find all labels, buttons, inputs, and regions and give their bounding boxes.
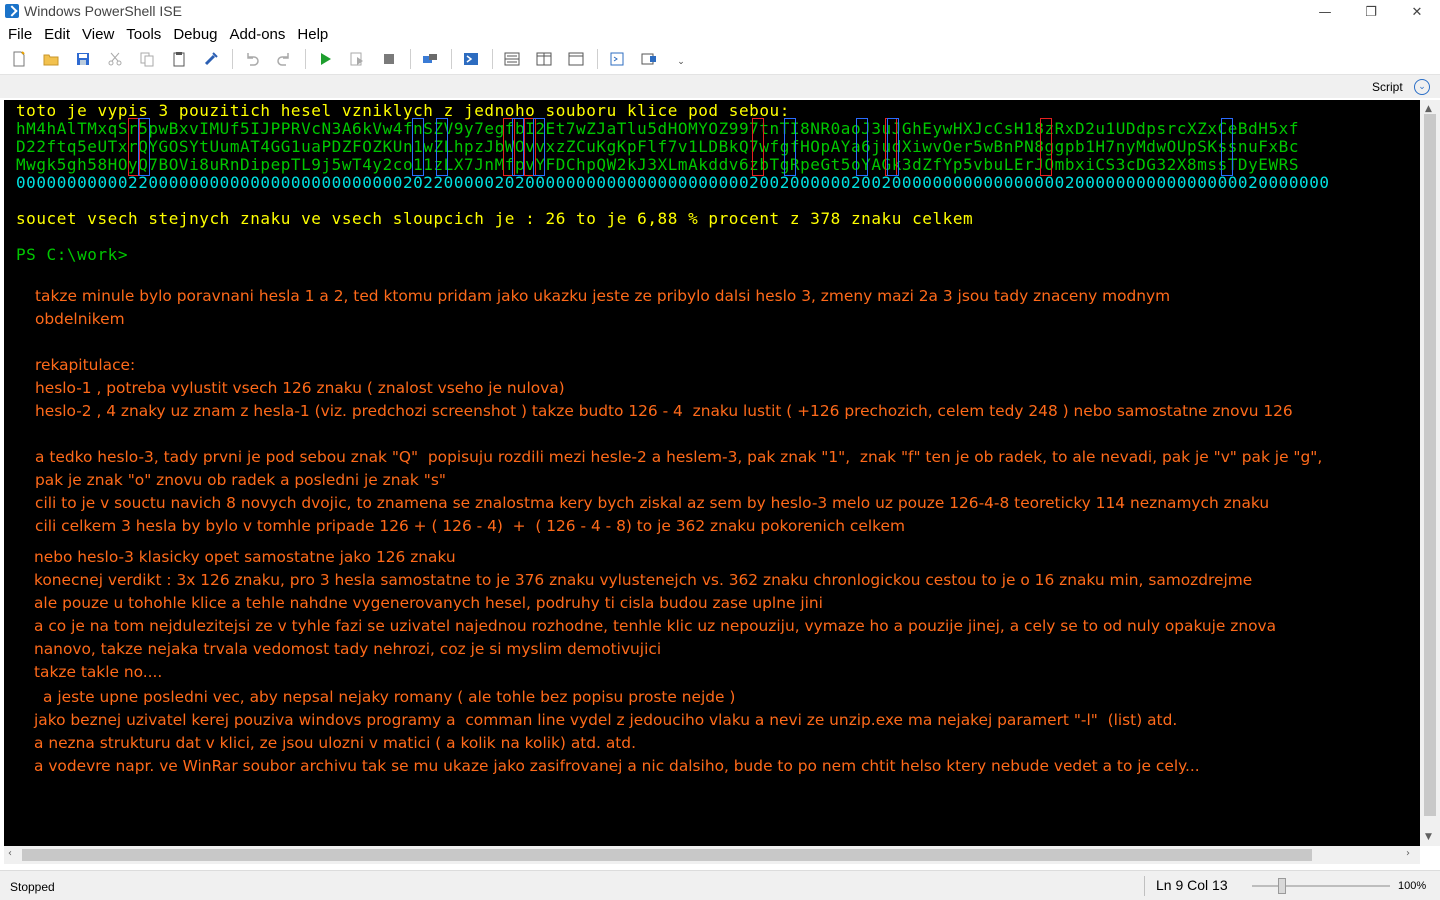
layout-top-icon[interactable]	[501, 48, 523, 70]
cut-icon[interactable]	[104, 48, 126, 70]
menu-file[interactable]: File	[2, 24, 38, 46]
key-line-1: hM4hAlTMxqSr5pwBxvIMUf5IJPPRVcN3A6kVw4fn…	[16, 119, 1300, 138]
note-line-16: a jeste upne posledni vec, aby nepsal ne…	[43, 688, 736, 706]
note-line-14: nanovo, takze nejaka trvala vedomost tad…	[34, 640, 662, 658]
diff-marker-blue	[436, 118, 448, 176]
note-line-19: a vodevre napr. ve WinRar soubor archivu…	[34, 757, 1200, 775]
note-line-15: takze takle no....	[34, 663, 163, 681]
copy-icon[interactable]	[136, 48, 158, 70]
status-bar: Stopped Ln 9 Col 13 100%	[0, 870, 1440, 900]
diff-marker-blue	[138, 118, 150, 176]
diff-marker-blue	[412, 118, 424, 176]
note-line-18: a nezna strukturu dat v klici, ze jsou u…	[34, 734, 636, 752]
chevron-down-icon[interactable]: ⌄	[1414, 79, 1430, 95]
note-line-13: a co je na tom nejdulezitejsi ze v tyhle…	[34, 617, 1277, 635]
run-icon[interactable]	[314, 48, 336, 70]
scroll-left-icon[interactable]: ‹	[8, 848, 12, 859]
toolbar-separator	[305, 49, 306, 69]
diff-marker-blue	[1221, 118, 1233, 176]
menu-help[interactable]: Help	[291, 24, 334, 46]
note-line-7: pak je znak "o" znovu ob radek a posledn…	[35, 471, 446, 489]
note-line-4: heslo-1 , potreba vylustit vsech 126 zna…	[35, 379, 565, 397]
zoom-slider[interactable]	[1252, 885, 1390, 887]
redo-icon[interactable]	[273, 48, 295, 70]
overflow-icon[interactable]: ⌄	[670, 51, 692, 73]
diff-marker-blue	[887, 118, 899, 176]
note-line-9: cili celkem 3 hesla by bylo v tomhle pri…	[35, 517, 905, 535]
match-marker-red	[1040, 118, 1052, 176]
console-pane[interactable]: toto je vypis 3 pouzitich hesel vzniklyc…	[4, 100, 1420, 846]
window-title: Windows PowerShell ISE	[24, 3, 182, 19]
remote-icon[interactable]	[419, 48, 441, 70]
key-line-2: D22ftq5eUTxrQYGOSYtUumAT4GG1uaPDZFOZKUn1…	[16, 137, 1300, 156]
vertical-scrollbar[interactable]: ▲ ▼	[1420, 100, 1440, 846]
horizontal-scrollbar[interactable]: ‹ ›	[4, 846, 1420, 864]
note-line-3: rekapitulace:	[35, 356, 136, 374]
clear-icon[interactable]	[200, 48, 222, 70]
toolbar-separator	[410, 49, 411, 69]
note-line-2: obdelnikem	[35, 310, 125, 328]
ps-prompt: PS C:\work>	[16, 245, 129, 264]
title-bar: Windows PowerShell ISE — ❐ ✕	[0, 0, 1440, 24]
note-line-10: nebo heslo-3 klasicky opet samostatne ja…	[34, 548, 456, 566]
menu-addons[interactable]: Add-ons	[224, 24, 292, 46]
status-text: Stopped	[10, 880, 55, 894]
new-file-icon[interactable]	[8, 48, 30, 70]
layout-max-icon[interactable]	[565, 48, 587, 70]
undo-icon[interactable]	[241, 48, 263, 70]
status-separator	[1144, 876, 1145, 896]
note-line-1: takze minule bylo poravnani hesla 1 a 2,…	[35, 287, 1171, 305]
scroll-up-icon[interactable]: ▲	[1425, 104, 1432, 114]
script-toggle-label[interactable]: Script	[1372, 80, 1403, 94]
zoom-level: 100%	[1398, 880, 1427, 892]
note-line-12: ale pouze u tohohle klice a tehle nahdne…	[34, 594, 823, 612]
paste-icon[interactable]	[168, 48, 190, 70]
match-marker-red	[752, 118, 764, 176]
show-command-icon[interactable]	[606, 48, 628, 70]
menu-edit[interactable]: Edit	[38, 24, 76, 46]
note-line-8: cili to je v souctu navich 8 novych dvoj…	[35, 494, 1270, 512]
script-pane-bar: Script ⌄	[0, 74, 1440, 98]
diff-marker-blue	[784, 118, 796, 176]
note-line-11: konecnej verdikt : 3x 126 znaku, pro 3 h…	[34, 571, 1253, 589]
diff-line: 0000000000022000000000000000000000000020…	[16, 173, 1330, 192]
minimize-button[interactable]: —	[1302, 0, 1348, 24]
scroll-right-icon[interactable]: ›	[1406, 848, 1410, 859]
powershell-app-icon	[5, 4, 19, 18]
note-line-17: jako beznej uzivatel kerej pouziva windo…	[34, 711, 1178, 729]
menu-view[interactable]: View	[76, 24, 120, 46]
toolbar-separator	[232, 49, 233, 69]
open-folder-icon[interactable]	[40, 48, 62, 70]
toolbar-separator	[597, 49, 598, 69]
key-line-3: Mwgk5gh58HOyQ7BOVi8uRnDipepTL9j5wT4y2co1…	[16, 155, 1300, 174]
restore-button[interactable]: ❐	[1348, 0, 1394, 24]
diff-marker-blue	[512, 118, 524, 176]
close-button[interactable]: ✕	[1394, 0, 1440, 24]
toolbar-separator	[492, 49, 493, 69]
scroll-thumb[interactable]	[22, 849, 1312, 861]
save-icon[interactable]	[72, 48, 94, 70]
run-selection-icon[interactable]	[346, 48, 368, 70]
layout-right-icon[interactable]	[533, 48, 555, 70]
menu-tools[interactable]: Tools	[120, 24, 167, 46]
zoom-slider-thumb[interactable]	[1278, 878, 1286, 894]
command-addon-icon[interactable]	[638, 48, 660, 70]
note-line-6: a tedko heslo-3, tady prvni je pod sebou…	[35, 448, 1323, 466]
toolbar-separator	[451, 49, 452, 69]
menu-debug[interactable]: Debug	[167, 24, 223, 46]
diff-marker-blue	[856, 118, 868, 176]
diff-marker-blue	[533, 118, 545, 176]
powershell-icon[interactable]	[460, 48, 482, 70]
scroll-down-icon[interactable]: ▼	[1425, 832, 1432, 842]
summary-line: soucet vsech stejnych znaku ve vsech slo…	[16, 209, 974, 228]
toolbar: ⌄	[0, 46, 1440, 72]
menu-bar: File Edit View Tools Debug Add-ons Help	[0, 24, 1440, 46]
stop-icon[interactable]	[378, 48, 400, 70]
cursor-position: Ln 9 Col 13	[1156, 877, 1228, 893]
note-line-5: heslo-2 , 4 znaky uz znam z hesla-1 (viz…	[35, 402, 1293, 420]
scroll-thumb[interactable]	[1424, 114, 1436, 816]
